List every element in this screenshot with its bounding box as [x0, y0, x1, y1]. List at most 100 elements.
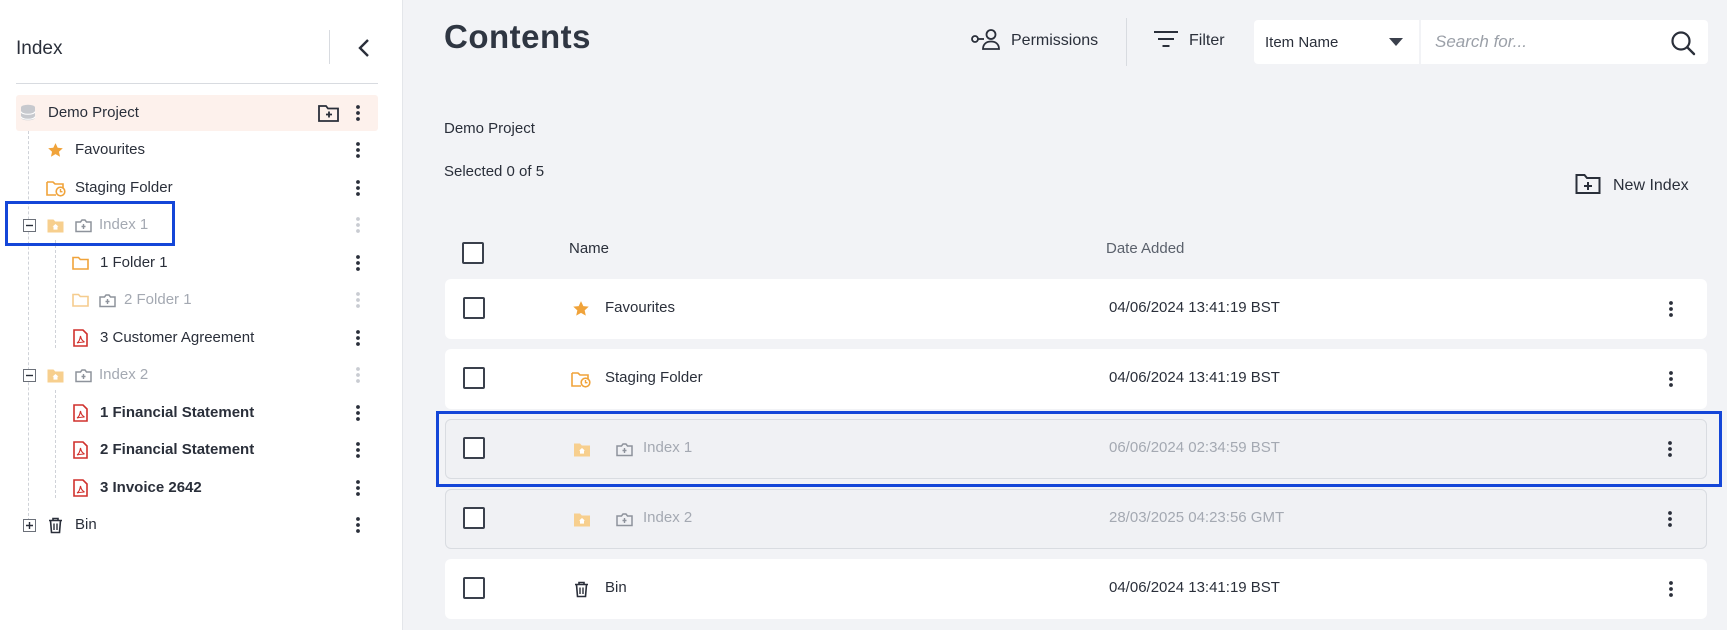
index-icon: [98, 291, 116, 309]
sidebar-header: Index: [16, 30, 378, 84]
search-input[interactable]: [1435, 30, 1655, 54]
tree-item-1-folder-1[interactable]: 1 Folder 1: [16, 245, 378, 281]
more-options-icon[interactable]: [1661, 299, 1681, 319]
more-options-icon[interactable]: [1661, 369, 1681, 389]
more-options-icon[interactable]: [1660, 509, 1680, 529]
more-options-icon[interactable]: [348, 178, 368, 198]
row-checkbox[interactable]: [463, 367, 485, 389]
table-row[interactable]: Bin 04/06/2024 13:41:19 BST: [445, 559, 1707, 619]
index-icon: [615, 510, 633, 528]
sidebar: Index Demo Project Favourites Staging Fo…: [0, 0, 403, 630]
folder-icon: [71, 254, 89, 272]
more-options-icon[interactable]: [348, 328, 368, 348]
folder-clock-icon: [571, 369, 591, 389]
pdf-icon: [71, 404, 89, 422]
tree-item-demo-project[interactable]: Demo Project: [16, 95, 378, 131]
column-header-name[interactable]: Name: [569, 240, 609, 257]
more-options-icon[interactable]: [348, 215, 368, 235]
tree-item-label: 2 Folder 1: [124, 291, 192, 308]
tree-item-staging-folder[interactable]: Staging Folder: [16, 170, 378, 206]
more-options-icon[interactable]: [348, 440, 368, 460]
tree-item-label: Bin: [75, 516, 97, 533]
tree-item-1-financial-statement[interactable]: 1 Financial Statement: [16, 395, 378, 431]
more-options-icon[interactable]: [1661, 579, 1681, 599]
tree-item-bin[interactable]: Bin: [16, 507, 378, 543]
tree-item-favourites[interactable]: Favourites: [16, 132, 378, 168]
row-date: 28/03/2025 04:23:56 GMT: [1109, 509, 1285, 526]
page-title: Contents: [444, 18, 591, 55]
row-checkbox[interactable]: [463, 297, 485, 319]
folder-icon: [71, 291, 89, 309]
main-content: Contents Permissions Filter Item Name De…: [403, 0, 1727, 630]
tree-item-label: Demo Project: [48, 104, 139, 121]
filter-label: Filter: [1189, 32, 1225, 49]
folder-clock-icon: [46, 179, 66, 197]
table-row[interactable]: Favourites 04/06/2024 13:41:19 BST: [445, 279, 1707, 339]
tree-item-label: Index 1: [99, 216, 149, 233]
tree-item-label: 1 Financial Statement: [100, 404, 255, 421]
chevron-left-icon[interactable]: [350, 34, 378, 62]
table-row[interactable]: Index 1 06/06/2024 02:34:59 BST: [445, 419, 1707, 479]
tree-item-2-folder-1[interactable]: 2 Folder 1: [16, 282, 378, 318]
row-name: Index 2: [643, 509, 693, 526]
more-options-icon[interactable]: [1660, 439, 1680, 459]
folder-plus-icon[interactable]: [318, 104, 340, 122]
more-options-icon[interactable]: [348, 403, 368, 423]
index-icon: [615, 440, 633, 458]
row-checkbox[interactable]: [463, 437, 485, 459]
sidebar-header-divider: [329, 30, 330, 64]
sort-select-value: Item Name: [1265, 33, 1339, 51]
collapse-minus-icon[interactable]: [22, 218, 36, 232]
pdf-icon: [71, 329, 89, 347]
caret-down-icon: [1389, 38, 1403, 46]
more-options-icon[interactable]: [348, 365, 368, 385]
tree-item-label: 3 Invoice 2642: [100, 479, 202, 496]
table-row[interactable]: Index 2 28/03/2025 04:23:56 GMT: [445, 489, 1707, 549]
new-index-button[interactable]: New Index: [1575, 172, 1689, 200]
tree-item-2-financial-statement[interactable]: 2 Financial Statement: [16, 432, 378, 468]
permissions-label: Permissions: [1011, 32, 1099, 49]
more-options-icon[interactable]: [348, 290, 368, 310]
more-options-icon[interactable]: [348, 140, 368, 160]
folder-home-icon: [46, 366, 64, 384]
row-checkbox[interactable]: [463, 577, 485, 599]
database-icon: [19, 104, 37, 122]
tree-item-index-1[interactable]: Index 1: [16, 207, 378, 243]
selection-count: Selected 0 of 5: [444, 163, 545, 180]
new-index-label: New Index: [1613, 177, 1689, 194]
row-checkbox[interactable]: [463, 507, 485, 529]
more-options-icon[interactable]: [348, 515, 368, 535]
folder-home-icon: [572, 439, 592, 459]
select-all-checkbox[interactable]: [462, 242, 484, 264]
breadcrumb[interactable]: Demo Project: [444, 120, 535, 137]
row-name: Staging Folder: [605, 369, 703, 386]
row-date: 06/06/2024 02:34:59 BST: [1109, 439, 1280, 456]
table-row[interactable]: Staging Folder 04/06/2024 13:41:19 BST: [445, 349, 1707, 409]
star-icon: [46, 141, 64, 159]
search-icon[interactable]: [1670, 30, 1696, 56]
tree-item-label: Staging Folder: [75, 179, 173, 196]
folder-home-icon: [572, 509, 592, 529]
tree-item-index-2[interactable]: Index 2: [16, 357, 378, 393]
column-header-date-added[interactable]: Date Added: [1106, 240, 1184, 257]
more-options-icon[interactable]: [348, 253, 368, 273]
filter-button[interactable]: Filter: [1153, 24, 1225, 58]
row-name: Favourites: [605, 299, 676, 316]
filter-icon: [1153, 29, 1179, 54]
collapse-minus-icon[interactable]: [22, 368, 36, 382]
sort-select[interactable]: Item Name: [1254, 20, 1419, 64]
pdf-icon: [71, 479, 89, 497]
permissions-button[interactable]: Permissions: [971, 24, 1098, 58]
row-name: Bin: [605, 579, 627, 596]
index-icon: [74, 366, 92, 384]
row-date: 04/06/2024 13:41:19 BST: [1109, 299, 1280, 316]
folder-plus-icon: [1575, 173, 1601, 200]
more-options-icon[interactable]: [348, 103, 368, 123]
sidebar-title: Index: [16, 38, 63, 59]
tree-item-3-invoice-2642[interactable]: 3 Invoice 2642: [16, 470, 378, 506]
search-box: [1421, 20, 1708, 64]
tree-item-3-customer-agreement[interactable]: 3 Customer Agreement: [16, 320, 378, 356]
index-icon: [74, 216, 92, 234]
expand-plus-icon[interactable]: [22, 518, 36, 532]
more-options-icon[interactable]: [348, 478, 368, 498]
